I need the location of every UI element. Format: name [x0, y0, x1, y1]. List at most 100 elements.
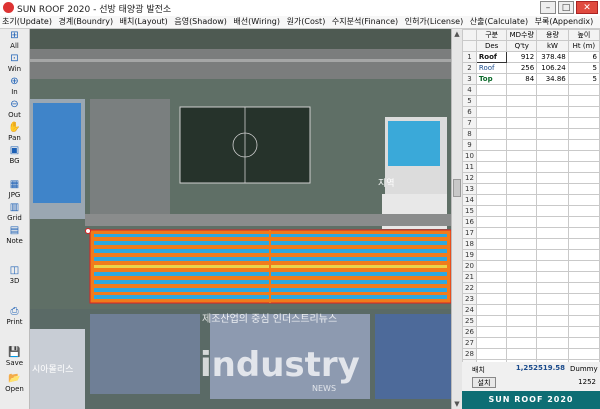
menu-item-license[interactable]: 인허가(License) [403, 16, 465, 28]
app-sun-icon [3, 2, 14, 13]
right-building-panels [388, 121, 440, 166]
vertical-scrollbar[interactable]: ▲ ▼ [451, 29, 462, 409]
header-des[interactable]: Des [475, 40, 508, 52]
table-row[interactable]: 1 Roof 912 378.48 6 [462, 51, 600, 63]
title-bar: SUN ROOF 2020 - 선방 태양광 발전소 – □ ✕ [0, 0, 600, 17]
zoom-out-button[interactable]: ⊖ Out [2, 99, 27, 122]
scroll-down-icon[interactable]: ▼ [452, 399, 462, 409]
zoom-window-button[interactable]: ⊡ Win [2, 53, 27, 76]
table-row[interactable]: 26 [462, 326, 600, 338]
header-kw-kr[interactable]: 용량 [536, 29, 569, 41]
print-button[interactable]: ⎙ Print [2, 306, 27, 329]
cell-ht[interactable]: 5 [567, 62, 600, 74]
menu-item-layout[interactable]: 배치(Layout) [118, 16, 170, 28]
zoom-out-icon: ⊖ [10, 99, 19, 110]
cell-des[interactable]: Roof [475, 62, 508, 74]
cell-ht[interactable]: 6 [567, 51, 600, 63]
table-row[interactable]: 5 [462, 95, 600, 107]
header-des-kr[interactable]: 구분 [475, 29, 508, 41]
header-kw[interactable]: kW [536, 40, 569, 52]
table-row[interactable]: 21 [462, 271, 600, 283]
table-row[interactable]: 19 [462, 249, 600, 261]
save-icon: 💾 [8, 347, 21, 358]
product-banner: SUN ROOF 2020 [462, 391, 600, 409]
table-row[interactable]: 16 [462, 216, 600, 228]
cell-qty[interactable]: 256 [506, 62, 538, 74]
menu-item-appendix[interactable]: 부록(Appendix) [533, 16, 596, 28]
menu-bar: 초기(Update) 경계(Boundry) 배치(Layout) 음영(Sha… [0, 16, 600, 29]
header-ht-kr[interactable]: 높이 [567, 29, 600, 41]
table-header-en: Des Q'ty kW Ht (m) [462, 40, 600, 52]
menu-item-wiring[interactable]: 배선(Wiring) [231, 16, 282, 28]
grid-button[interactable]: ▥ Grid [2, 202, 27, 225]
header-corner [462, 29, 477, 41]
module-table: 구분 MD수량 용량 높이 Des Q'ty kW Ht (m) 1 Roof … [462, 29, 600, 382]
road-lane [30, 59, 451, 62]
scroll-thumb[interactable] [453, 179, 461, 197]
menu-item-shadow[interactable]: 음영(Shadow) [172, 16, 229, 28]
table-row[interactable]: 8 [462, 128, 600, 140]
map-road-label: 지역 [378, 178, 395, 189]
table-row[interactable]: 14 [462, 194, 600, 206]
table-row[interactable]: 12 [462, 172, 600, 184]
parking-lot [90, 99, 170, 214]
background-button[interactable]: ▣ BG [2, 145, 27, 168]
header-corner [462, 40, 477, 52]
open-button[interactable]: 📂 Open [2, 373, 27, 396]
table-row[interactable]: 9 [462, 139, 600, 151]
menu-item-boundry[interactable]: 경계(Boundry) [56, 16, 115, 28]
table-row[interactable]: 13 [462, 183, 600, 195]
cell-kw[interactable]: 34.86 [536, 73, 569, 85]
menu-item-cost[interactable]: 원가(Cost) [285, 16, 328, 28]
table-row[interactable]: 2 Roof 256 106.24 5 [462, 62, 600, 74]
minimize-button[interactable]: – [540, 1, 556, 14]
table-row[interactable]: 22 [462, 282, 600, 294]
table-row[interactable]: 3 Top 84 34.86 5 [462, 73, 600, 85]
table-row[interactable]: 6 [462, 106, 600, 118]
note-button[interactable]: ▤ Note [2, 225, 27, 248]
pan-button[interactable]: ✋ Pan [2, 122, 27, 145]
cell-des[interactable]: Roof [475, 51, 508, 63]
save-button[interactable]: 💾 Save [2, 347, 27, 370]
cell-kw[interactable]: 378.48 [536, 51, 569, 63]
top-road [30, 49, 451, 79]
table-row[interactable]: 27 [462, 337, 600, 349]
watermark-brand: industry [200, 345, 360, 385]
cell-ht[interactable]: 5 [567, 73, 600, 85]
table-row[interactable]: 23 [462, 293, 600, 305]
table-row[interactable]: 24 [462, 304, 600, 316]
header-qty-kr[interactable]: MD수량 [506, 29, 538, 41]
maximize-button[interactable]: □ [558, 1, 574, 14]
header-ht[interactable]: Ht (m) [567, 40, 600, 52]
table-row[interactable]: 11 [462, 161, 600, 173]
scroll-up-icon[interactable]: ▲ [452, 29, 462, 39]
view-3d-button[interactable]: ◫ 3D [2, 265, 27, 288]
table-row[interactable]: 17 [462, 227, 600, 239]
map-canvas[interactable]: 지역 37 제조산업의 중심 인더스트리뉴스 industry NEWS 시아몰… [30, 29, 451, 409]
jpg-button[interactable]: ▦ JPG [2, 179, 27, 202]
table-row[interactable]: 10 [462, 150, 600, 162]
install-button[interactable]: 설치 [472, 377, 496, 388]
cell-qty[interactable]: 84 [506, 73, 538, 85]
close-button[interactable]: ✕ [576, 1, 598, 14]
zoom-in-button[interactable]: ⊕ In [2, 76, 27, 99]
menu-item-update[interactable]: 초기(Update) [0, 16, 54, 28]
jpg-icon: ▦ [9, 179, 20, 190]
watermark-sub: NEWS [312, 384, 336, 393]
cell-kw[interactable]: 106.24 [536, 62, 569, 74]
header-qty[interactable]: Q'ty [506, 40, 538, 52]
table-row[interactable]: 20 [462, 260, 600, 272]
zoom-window-icon: ⊡ [10, 53, 19, 64]
menu-item-finance[interactable]: 수지분석(Finance) [330, 16, 400, 28]
total-kw: 519.58 [538, 364, 566, 372]
table-row[interactable]: 28 [462, 348, 600, 360]
menu-item-calculate[interactable]: 산출(Calculate) [468, 16, 530, 28]
table-row[interactable]: 18 [462, 238, 600, 250]
table-row[interactable]: 4 [462, 84, 600, 96]
table-row[interactable]: 25 [462, 315, 600, 327]
zoom-all-button[interactable]: ⊞ All [2, 30, 27, 53]
cell-qty[interactable]: 912 [506, 51, 538, 63]
cell-des[interactable]: Top [475, 73, 508, 85]
table-row[interactable]: 7 [462, 117, 600, 129]
table-row[interactable]: 15 [462, 205, 600, 217]
